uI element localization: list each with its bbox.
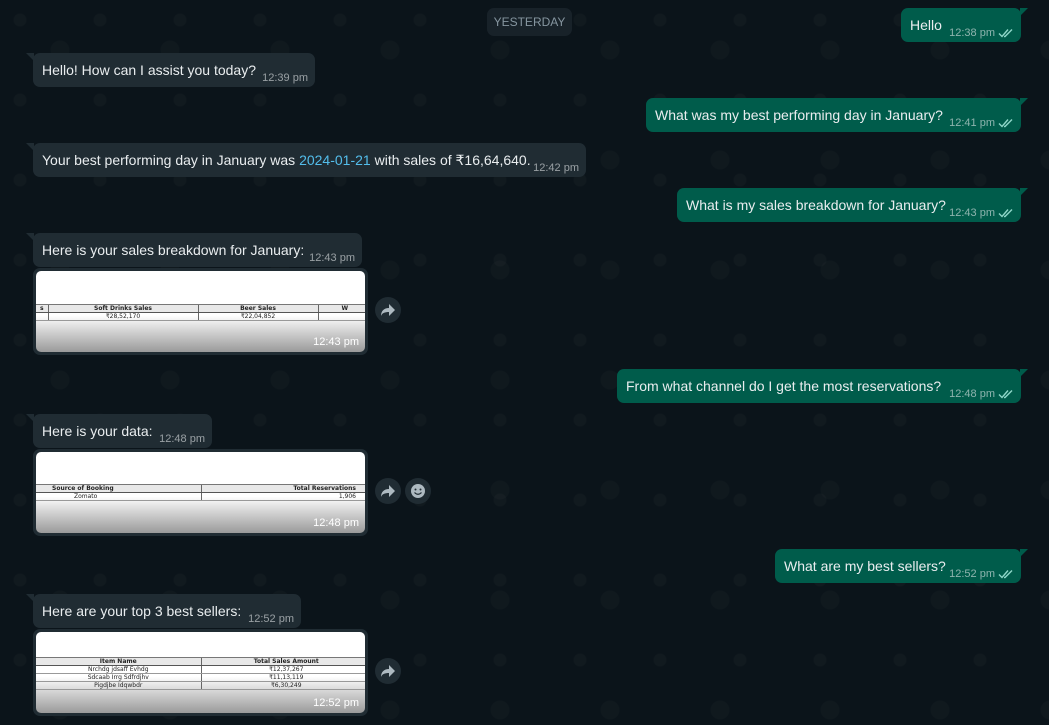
incoming-message[interactable]: Here is your sales breakdown for January… <box>26 233 362 267</box>
image-table: Source of Booking Total Reservations Zom… <box>36 484 365 501</box>
incoming-message[interactable]: Your best performing day in January was … <box>26 143 586 177</box>
message-time: 12:52 pm <box>248 613 294 625</box>
message-time: 12:52 pm <box>313 697 359 709</box>
table-cell <box>36 312 48 321</box>
message-text: Hello <box>910 17 942 33</box>
table-cell: Pigdjbe Idqwbdr <box>36 681 201 690</box>
table-header: W <box>317 304 365 313</box>
outgoing-message[interactable]: What is my sales breakdown for January? … <box>677 188 1028 222</box>
image-message[interactable]: Source of Booking Total Reservations Zom… <box>33 449 368 536</box>
message-time: 12:41 pm <box>949 117 995 129</box>
message-time: 12:48 pm <box>313 517 359 529</box>
table-cell: ₹11,13,119 <box>200 673 365 682</box>
outgoing-message[interactable]: From what channel do I get the most rese… <box>617 369 1028 403</box>
table-cell: ₹28,52,170 <box>47 312 198 321</box>
table-cell: Nrchdg jdsaff Evhdg <box>36 665 201 674</box>
date-link[interactable]: 2024-01-21 <box>299 152 371 168</box>
outgoing-message[interactable]: What was my best performing day in Janua… <box>646 98 1028 132</box>
emoji-icon <box>411 484 425 498</box>
message-time: 12:43 pm <box>309 252 355 264</box>
table-cell <box>317 312 365 321</box>
forward-button[interactable] <box>375 658 401 684</box>
double-check-icon <box>998 390 1013 399</box>
message-text: Your best performing day in January was <box>42 152 300 168</box>
double-check-icon <box>998 570 1013 579</box>
message-time: 12:38 pm <box>949 27 995 39</box>
double-check-icon <box>998 29 1013 38</box>
table-header: Source of Booking <box>36 484 201 493</box>
message-time: 12:39 pm <box>262 72 308 84</box>
reservations-table-image: Source of Booking Total Reservations Zom… <box>36 452 365 533</box>
message-text-end: with sales of ₹16,64,640. <box>370 152 531 168</box>
image-table: s Soft Drinks Sales Beer Sales W ₹28,52,… <box>36 304 365 321</box>
message-text: What are my best sellers? <box>784 558 946 574</box>
table-header: Soft Drinks Sales <box>47 304 198 313</box>
message-text: What is my sales breakdown for January? <box>686 197 946 213</box>
table-cell: ₹22,04,852 <box>197 312 318 321</box>
message-text: What was my best performing day in Janua… <box>655 107 943 123</box>
message-time: 12:43 pm <box>949 207 995 219</box>
table-header: s <box>36 304 48 313</box>
double-check-icon <box>998 119 1013 128</box>
sales-breakdown-table-image: s Soft Drinks Sales Beer Sales W ₹28,52,… <box>36 271 365 352</box>
table-cell: ₹12,37,267 <box>200 665 365 674</box>
table-header: Beer Sales <box>197 304 318 313</box>
date-divider: YESTERDAY <box>487 8 572 36</box>
message-text: Here is your sales breakdown for January… <box>42 242 305 258</box>
double-check-icon <box>998 209 1013 218</box>
message-time: 12:48 pm <box>159 433 205 445</box>
forward-button[interactable] <box>375 297 401 323</box>
image-message[interactable]: Item Name Total Sales Amount Nrchdg jdsa… <box>33 629 368 716</box>
message-text: Here is your data: <box>42 423 153 439</box>
message-time: 12:42 pm <box>533 162 579 174</box>
image-table: Item Name Total Sales Amount Nrchdg jdsa… <box>36 657 365 690</box>
forward-icon <box>381 304 395 316</box>
table-header: Item Name <box>36 657 201 666</box>
table-cell: Zomato <box>36 492 201 501</box>
message-text: Hello! How can I assist you today? <box>42 62 256 78</box>
table-header: Total Reservations <box>200 484 365 493</box>
image-message[interactable]: s Soft Drinks Sales Beer Sales W ₹28,52,… <box>33 268 368 355</box>
message-time: 12:48 pm <box>949 388 995 400</box>
emoji-reaction-button[interactable] <box>405 478 431 504</box>
table-header: Total Sales Amount <box>200 657 365 666</box>
message-time: 12:43 pm <box>313 336 359 348</box>
forward-icon <box>381 665 395 677</box>
message-text: Here are your top 3 best sellers: <box>42 603 242 619</box>
outgoing-message[interactable]: What are my best sellers? 12:52 pm <box>775 549 1028 583</box>
incoming-message[interactable]: Hello! How can I assist you today? 12:39… <box>26 53 315 87</box>
best-sellers-table-image: Item Name Total Sales Amount Nrchdg jdsa… <box>36 632 365 713</box>
forward-button[interactable] <box>375 478 401 504</box>
forward-icon <box>381 485 395 497</box>
incoming-message[interactable]: Here is your data: 12:48 pm <box>26 414 212 448</box>
table-cell: ₹6,30,249 <box>200 681 365 690</box>
message-time: 12:52 pm <box>949 568 995 580</box>
table-cell: Sdcaab Irrg Sdfrdjhv <box>36 673 201 682</box>
incoming-message[interactable]: Here are your top 3 best sellers: 12:52 … <box>26 594 301 628</box>
outgoing-message[interactable]: Hello 12:38 pm <box>901 8 1028 42</box>
table-cell: 1,906 <box>200 492 365 501</box>
message-text: From what channel do I get the most rese… <box>626 378 942 394</box>
